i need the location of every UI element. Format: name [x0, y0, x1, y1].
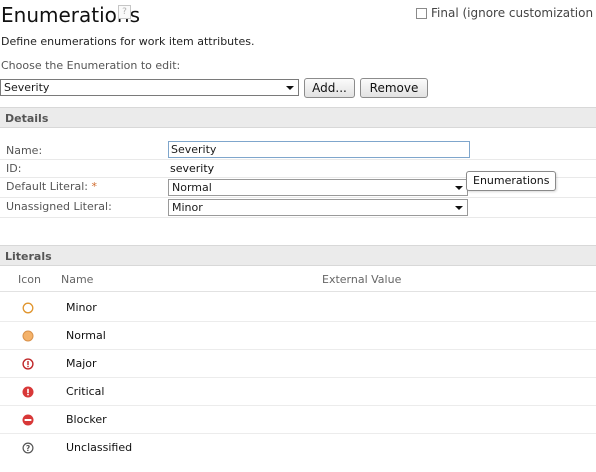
choose-enumeration-label: Choose the Enumeration to edit:: [1, 59, 181, 72]
add-button[interactable]: Add...: [304, 78, 355, 98]
enumeration-select[interactable]: Severity: [0, 79, 299, 96]
enumerations-tooltip: Enumerations: [466, 171, 557, 191]
literal-name: Major: [66, 357, 97, 370]
divider: [0, 291, 596, 292]
details-section-header: Details: [0, 107, 596, 128]
literal-name: Blocker: [66, 413, 107, 426]
unassigned-literal-select[interactable]: Minor: [168, 199, 468, 216]
id-value: severity: [170, 162, 215, 175]
divider: [0, 217, 596, 218]
final-checkbox[interactable]: [416, 7, 427, 19]
column-header-name[interactable]: Name: [61, 273, 93, 286]
literal-name: Unclassified: [66, 441, 133, 454]
literal-name: Minor: [66, 301, 97, 314]
default-literal-label: Default Literal: *: [6, 180, 97, 193]
literals-section-header: Literals: [0, 245, 596, 266]
question-icon: ?: [22, 442, 34, 454]
id-label: ID:: [6, 162, 22, 175]
blocked-icon: [22, 414, 34, 426]
column-header-external-value[interactable]: External Value: [322, 273, 401, 286]
column-header-icon[interactable]: Icon: [18, 273, 41, 286]
enumeration-select-value: Severity: [4, 81, 50, 94]
name-input[interactable]: Severity: [168, 141, 470, 158]
chevron-down-icon: [286, 86, 294, 90]
unassigned-literal-label: Unassigned Literal:: [6, 200, 112, 213]
literal-row[interactable]: Blocker: [0, 406, 596, 434]
literal-row[interactable]: Major: [0, 350, 596, 378]
circle-filled-icon: [22, 330, 34, 342]
default-literal-select[interactable]: Normal: [168, 179, 468, 196]
literal-row[interactable]: Minor: [0, 294, 596, 322]
literal-row[interactable]: Critical: [0, 378, 596, 406]
enumeration-select-dropdown[interactable]: [284, 81, 297, 94]
unassigned-literal-dropdown[interactable]: [453, 201, 466, 214]
chevron-down-icon: [455, 186, 463, 190]
final-checkbox-label: Final (ignore customization of: [431, 6, 596, 20]
literal-row[interactable]: ? Unclassified: [0, 434, 596, 462]
final-checkbox-group[interactable]: Final (ignore customization of: [416, 6, 596, 20]
unassigned-literal-value: Minor: [172, 201, 203, 214]
exclamation-ring-icon: [22, 358, 34, 370]
page-description: Define enumerations for work item attrib…: [1, 35, 255, 48]
help-icon[interactable]: ?: [118, 5, 131, 19]
required-marker: *: [91, 180, 97, 193]
default-literal-value: Normal: [172, 181, 212, 194]
literal-name: Critical: [66, 385, 105, 398]
literal-name: Normal: [66, 329, 106, 342]
remove-button[interactable]: Remove: [360, 78, 428, 98]
literal-row[interactable]: Normal: [0, 322, 596, 350]
name-label: Name:: [6, 144, 43, 157]
circle-outline-icon: [22, 302, 34, 314]
default-literal-dropdown[interactable]: [453, 181, 466, 194]
default-literal-label-text: Default Literal:: [6, 180, 92, 193]
chevron-down-icon: [455, 206, 463, 210]
exclamation-filled-icon: [22, 386, 34, 398]
svg-text:?: ?: [26, 444, 30, 453]
